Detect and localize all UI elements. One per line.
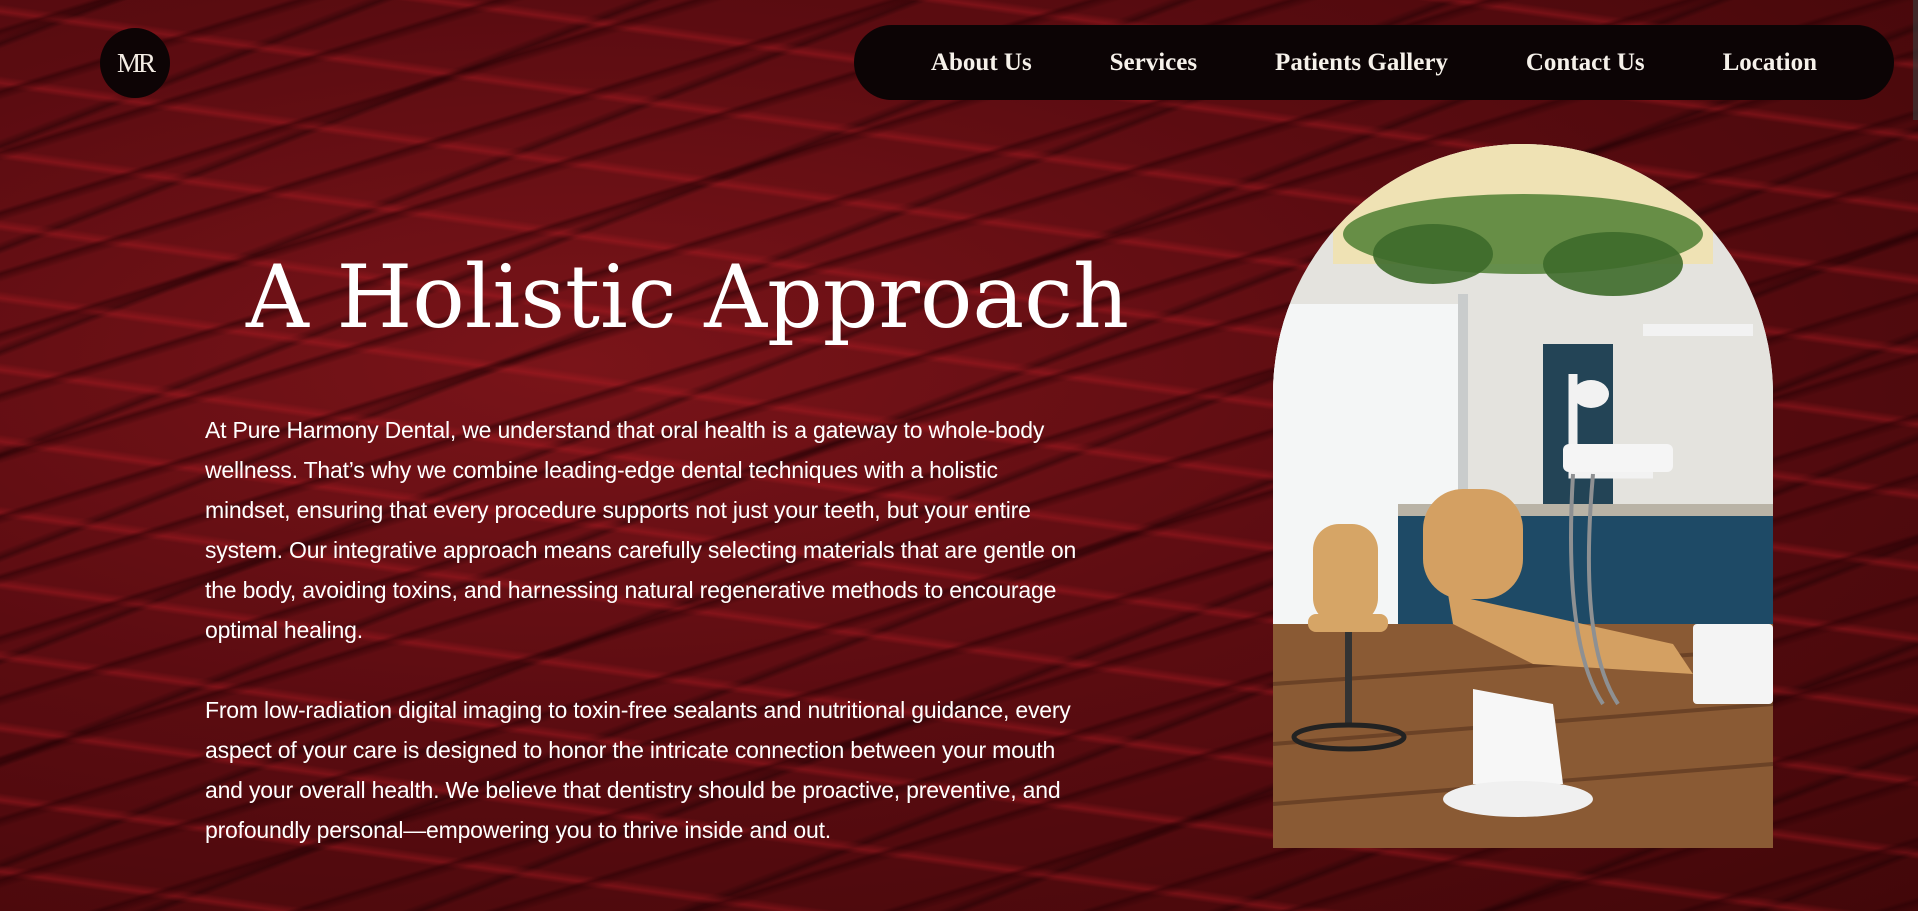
- nav-services[interactable]: Services: [1110, 49, 1197, 77]
- page-title: A Holistic Approach: [246, 246, 1129, 348]
- logo[interactable]: MR: [100, 28, 170, 98]
- scrollbar[interactable]: [1913, 0, 1918, 120]
- nav-patients-gallery[interactable]: Patients Gallery: [1275, 49, 1448, 77]
- intro-paragraph-2: From low-radiation digital imaging to to…: [205, 697, 1071, 843]
- dental-office-illustration: [1273, 144, 1773, 848]
- intro-paragraph-1: At Pure Harmony Dental, we understand th…: [205, 417, 1077, 643]
- nav-location[interactable]: Location: [1723, 49, 1817, 77]
- nav-about-us[interactable]: About Us: [931, 49, 1032, 77]
- main-navigation: About Us Services Patients Gallery Conta…: [854, 25, 1894, 100]
- logo-monogram: MR: [116, 47, 156, 78]
- nav-contact-us[interactable]: Contact Us: [1526, 49, 1645, 77]
- clinic-photo: [1273, 144, 1773, 848]
- intro-copy: At Pure Harmony Dental, we understand th…: [205, 410, 1085, 890]
